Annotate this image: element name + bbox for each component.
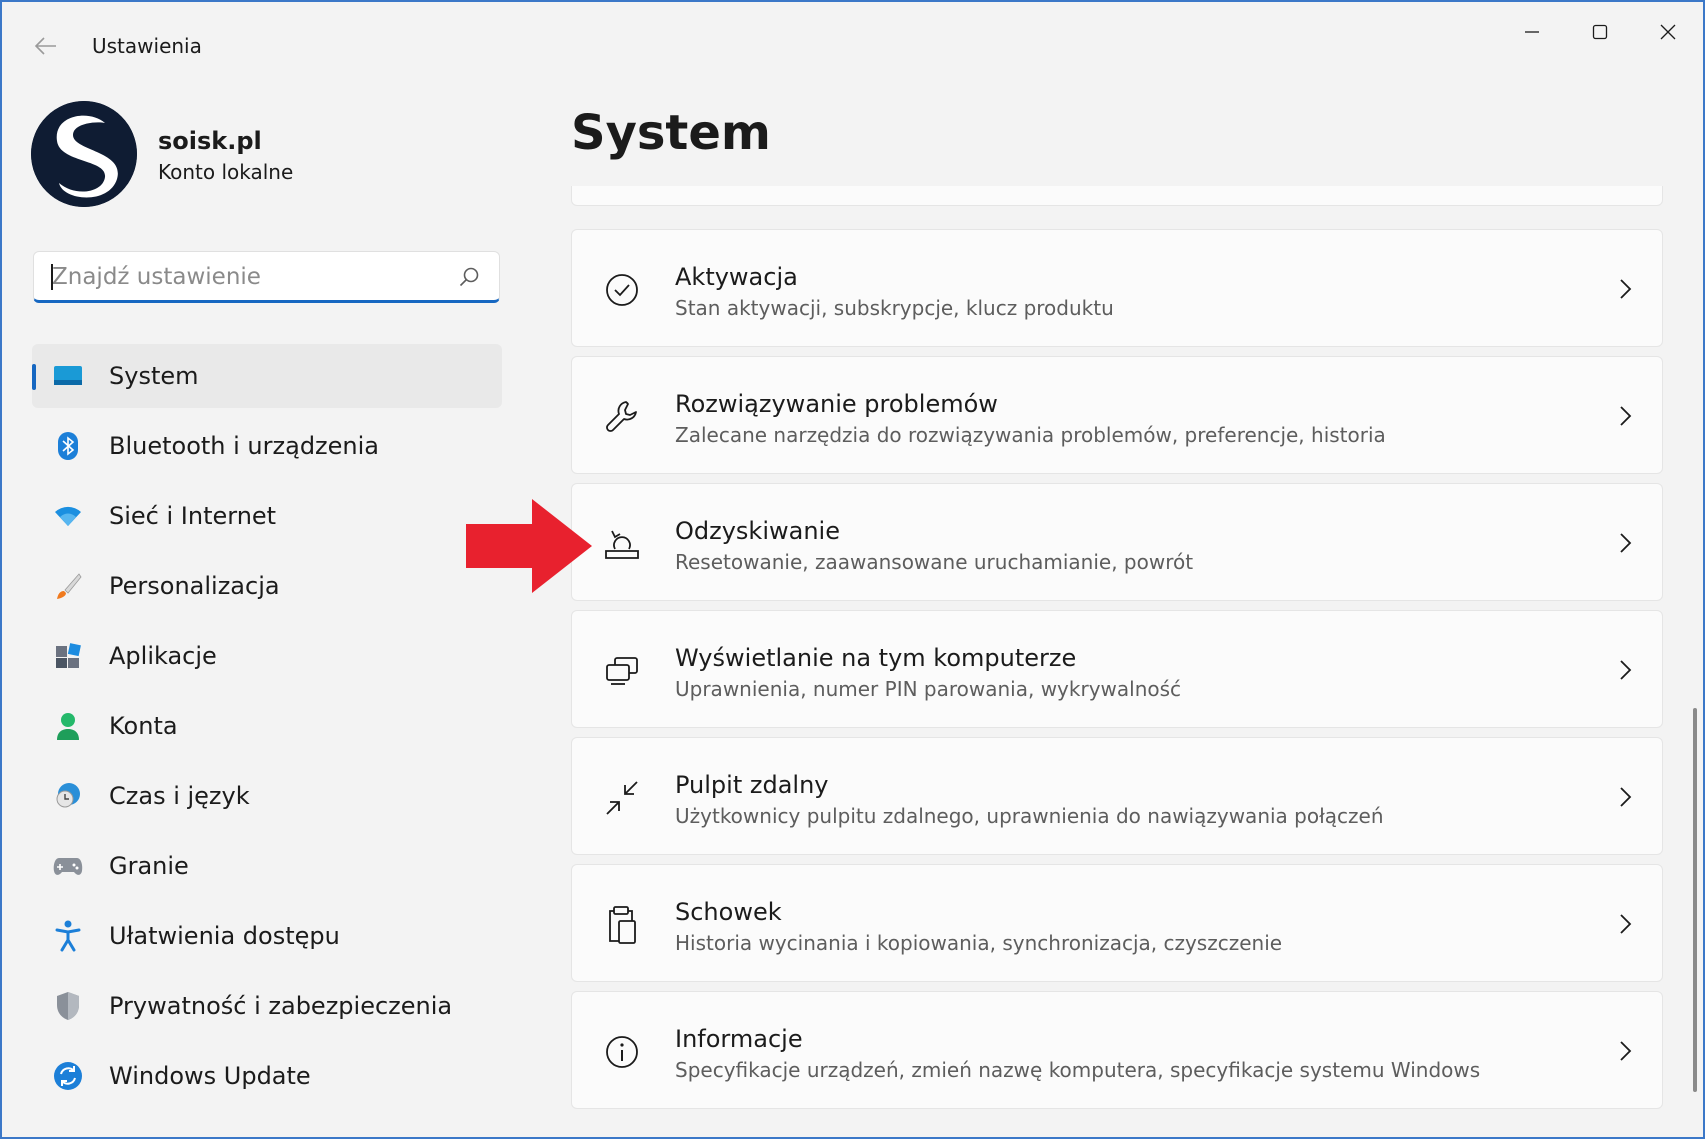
- sidebar-item-label: Granie: [109, 852, 189, 880]
- settings-card-remote-desktop[interactable]: Pulpit zdalny Użytkownicy pulpitu zdalne…: [571, 737, 1663, 855]
- back-arrow-icon: [34, 37, 56, 55]
- card-subtitle: Specyfikacje urządzeń, zmień nazwę kompu…: [675, 1058, 1481, 1082]
- apps-icon: [52, 640, 84, 672]
- bluetooth-icon: [52, 430, 84, 462]
- card-title: Schowek: [675, 898, 782, 926]
- windows-update-icon: [52, 1060, 84, 1092]
- active-indicator: [32, 364, 36, 390]
- chevron-right-icon: [1620, 914, 1632, 934]
- sidebar-item-label: Ułatwienia dostępu: [109, 922, 340, 950]
- card-title: Informacje: [675, 1025, 803, 1053]
- settings-list: Aktywacja Stan aktywacji, subskrypcje, k…: [571, 186, 1663, 1116]
- text-caret: [51, 264, 53, 290]
- chevron-right-icon: [1620, 406, 1632, 426]
- sidebar-nav: System Bluetooth i urządzenia Sieć i Int…: [32, 344, 502, 1114]
- sidebar-item-label: Windows Update: [109, 1062, 311, 1090]
- sidebar-item-network[interactable]: Sieć i Internet: [32, 484, 502, 548]
- sidebar-item-label: Aplikacje: [109, 642, 217, 670]
- info-icon: [602, 1032, 642, 1072]
- close-button[interactable]: [1638, 12, 1698, 52]
- sidebar-item-gaming[interactable]: Granie: [32, 834, 502, 898]
- project-icon: [602, 651, 642, 691]
- sidebar-item-apps[interactable]: Aplikacje: [32, 624, 502, 688]
- gamepad-icon: [52, 850, 84, 882]
- check-circle-icon: [602, 270, 642, 310]
- settings-card-troubleshoot[interactable]: Rozwiązywanie problemów Zalecane narzędz…: [571, 356, 1663, 474]
- sidebar-item-accounts[interactable]: Konta: [32, 694, 502, 758]
- sidebar-item-privacy[interactable]: Prywatność i zabezpieczenia: [32, 974, 502, 1038]
- sidebar-item-label: Personalizacja: [109, 572, 280, 600]
- account-icon: [52, 710, 84, 742]
- title-bar: Ustawienia: [2, 2, 1703, 92]
- app-title: Ustawienia: [92, 34, 202, 58]
- card-title: Wyświetlanie na tym komputerze: [675, 644, 1077, 672]
- search-box[interactable]: [33, 251, 500, 303]
- card-subtitle: Resetowanie, zaawansowane uruchamianie, …: [675, 550, 1194, 574]
- remote-desktop-icon: [602, 778, 642, 818]
- search-icon[interactable]: [457, 265, 481, 289]
- card-subtitle: Użytkownicy pulpitu zdalnego, uprawnieni…: [675, 804, 1384, 828]
- card-title: Aktywacja: [675, 263, 798, 291]
- system-icon: [52, 360, 84, 392]
- scrollbar-thumb[interactable]: [1693, 708, 1697, 1092]
- card-subtitle: Uprawnienia, numer PIN parowania, wykryw…: [675, 677, 1182, 701]
- recovery-icon: [602, 524, 642, 564]
- maximize-icon: [1592, 24, 1608, 40]
- chevron-right-icon: [1620, 660, 1632, 680]
- chevron-right-icon: [1620, 279, 1632, 299]
- sidebar-item-system[interactable]: System: [32, 344, 502, 408]
- sidebar-item-label: Sieć i Internet: [109, 502, 277, 530]
- back-button[interactable]: [28, 30, 64, 62]
- maximize-button[interactable]: [1570, 12, 1630, 52]
- brush-icon: [52, 570, 84, 602]
- accessibility-icon: [52, 920, 84, 952]
- settings-card-projecting[interactable]: Wyświetlanie na tym komputerze Uprawnien…: [571, 610, 1663, 728]
- sidebar-item-label: Prywatność i zabezpieczenia: [109, 992, 453, 1020]
- annotation-arrow-icon: [466, 499, 592, 593]
- settings-card-recovery[interactable]: Odzyskiwanie Resetowanie, zaawansowane u…: [571, 483, 1663, 601]
- settings-card-clipboard[interactable]: Schowek Historia wycinania i kopiowania,…: [571, 864, 1663, 982]
- sidebar-item-time-language[interactable]: Czas i język: [32, 764, 502, 828]
- wifi-icon: [52, 500, 84, 532]
- sidebar-item-windows-update[interactable]: Windows Update: [32, 1044, 502, 1108]
- page-title: System: [571, 105, 771, 161]
- card-title: Pulpit zdalny: [675, 771, 829, 799]
- profile-logo-icon: [31, 101, 137, 207]
- settings-card-activation[interactable]: Aktywacja Stan aktywacji, subskrypcje, k…: [571, 229, 1663, 347]
- settings-card-about[interactable]: Informacje Specyfikacje urządzeń, zmień …: [571, 991, 1663, 1109]
- sidebar-item-bluetooth[interactable]: Bluetooth i urządzenia: [32, 414, 502, 478]
- chevron-right-icon: [1620, 787, 1632, 807]
- chevron-right-icon: [1620, 533, 1632, 553]
- chevron-right-icon: [1620, 1041, 1632, 1061]
- sidebar-item-accessibility[interactable]: Ułatwienia dostępu: [32, 904, 502, 968]
- clipboard-icon: [602, 905, 642, 945]
- sidebar-item-label: Czas i język: [109, 782, 250, 810]
- sidebar-item-label: Bluetooth i urządzenia: [109, 432, 379, 460]
- close-icon: [1660, 24, 1676, 40]
- profile-account-type: Konto lokalne: [158, 160, 294, 184]
- settings-window: Ustawienia soisk.pl Konto lokalne Znajdź…: [0, 0, 1705, 1139]
- avatar[interactable]: [31, 101, 137, 207]
- time-language-icon: [52, 780, 84, 812]
- minimize-icon: [1525, 31, 1539, 33]
- card-title: Odzyskiwanie: [675, 517, 840, 545]
- settings-card-partial[interactable]: [571, 186, 1663, 206]
- card-title: Rozwiązywanie problemów: [675, 390, 998, 418]
- profile-name: soisk.pl: [158, 127, 262, 155]
- sidebar-item-personalization[interactable]: Personalizacja: [32, 554, 502, 618]
- card-subtitle: Historia wycinania i kopiowania, synchro…: [675, 931, 1283, 955]
- card-subtitle: Stan aktywacji, subskrypcje, klucz produ…: [675, 296, 1114, 320]
- wrench-icon: [602, 397, 642, 437]
- card-subtitle: Zalecane narzędzia do rozwiązywania prob…: [675, 423, 1386, 447]
- sidebar-item-label: System: [109, 362, 199, 390]
- search-input[interactable]: [50, 262, 454, 292]
- shield-icon: [52, 990, 84, 1022]
- minimize-button[interactable]: [1502, 12, 1562, 52]
- sidebar-item-label: Konta: [109, 712, 178, 740]
